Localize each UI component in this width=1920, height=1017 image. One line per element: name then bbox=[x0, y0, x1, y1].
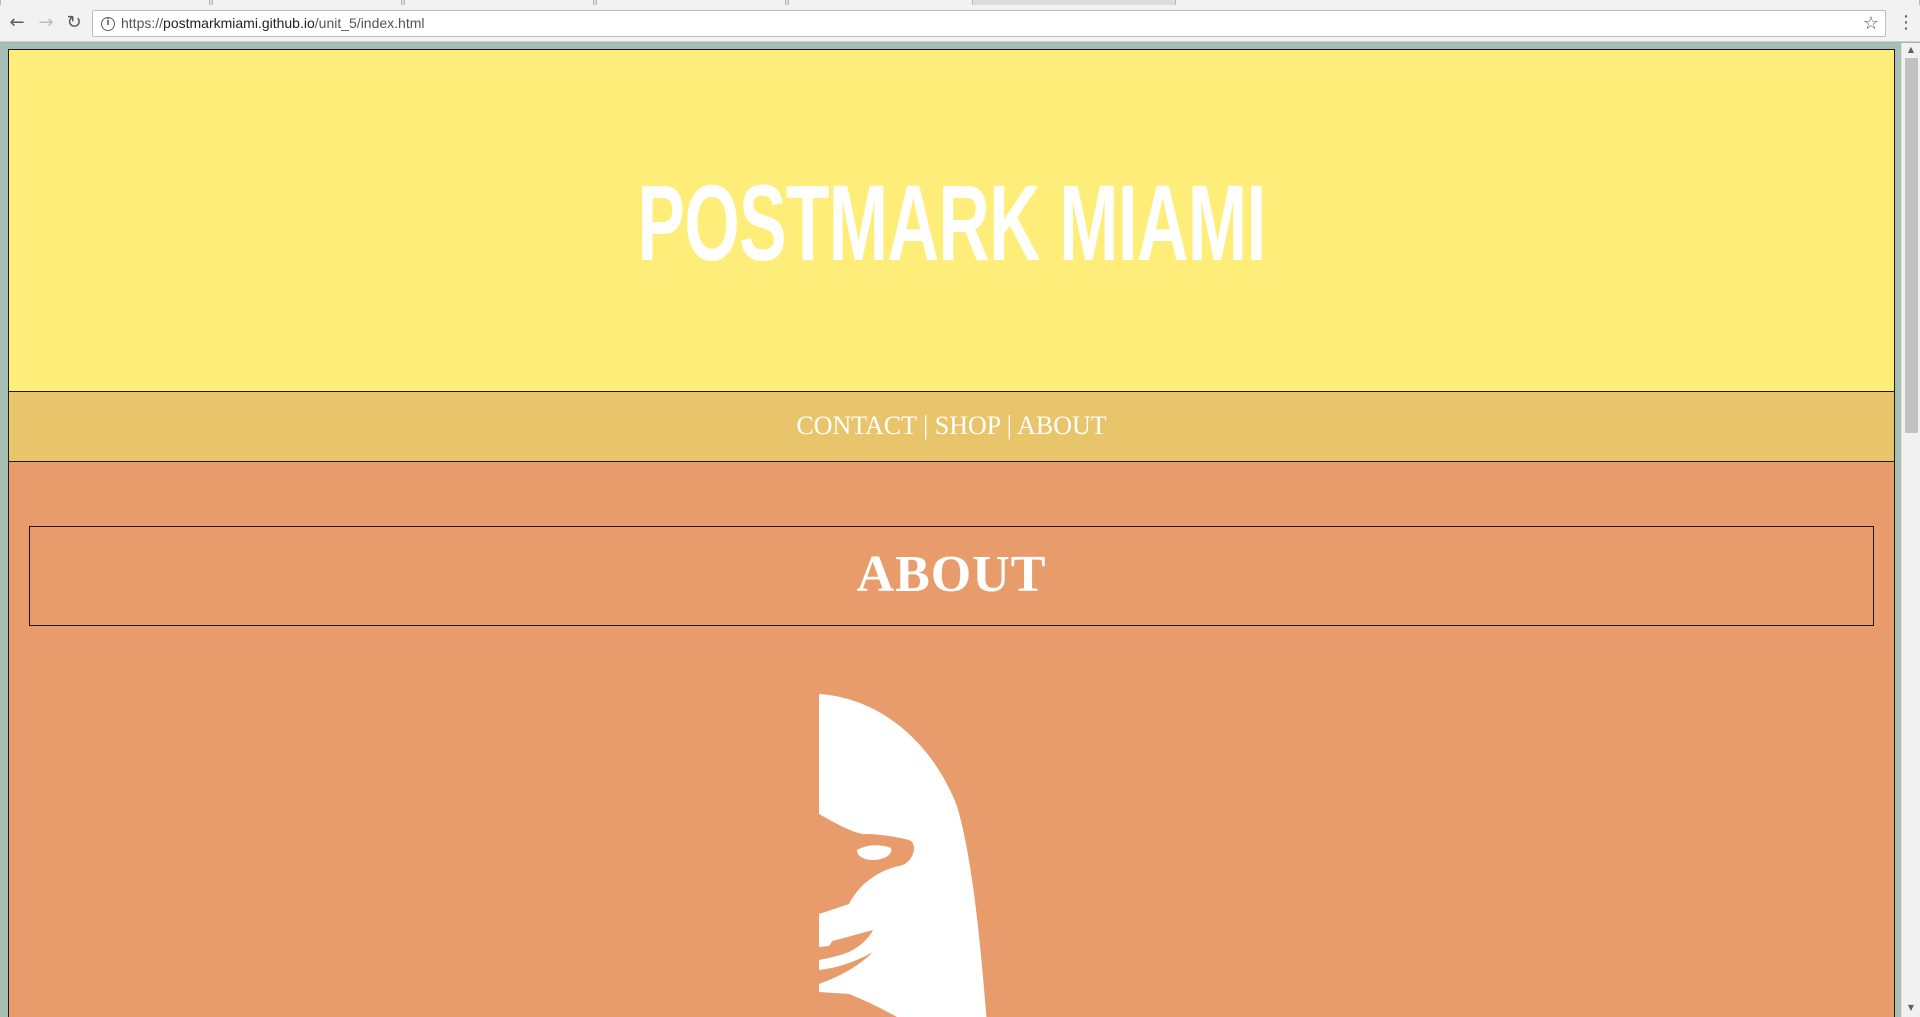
reload-icon[interactable]: ↻ bbox=[62, 11, 86, 35]
forward-icon[interactable]: → bbox=[34, 11, 58, 35]
site-title: POSTMARK MIAMI bbox=[637, 162, 1266, 283]
nav-separator: | bbox=[923, 411, 929, 440]
address-bar[interactable]: i https://postmarkmiami.github.io/unit_5… bbox=[92, 10, 1886, 37]
page-viewport: POSTMARK MIAMI CONTACT | SHOP | ABOUT AB… bbox=[0, 43, 1901, 1017]
nav-link-contact[interactable]: CONTACT bbox=[796, 411, 916, 440]
nav-link-shop[interactable]: SHOP bbox=[935, 411, 1001, 440]
nav-separator: | bbox=[1006, 411, 1013, 440]
bookmark-star-icon[interactable]: ☆ bbox=[1863, 13, 1879, 34]
browser-menu-icon[interactable]: ⋮ bbox=[1896, 11, 1916, 35]
site-header: POSTMARK MIAMI bbox=[9, 50, 1894, 392]
page-container: POSTMARK MIAMI CONTACT | SHOP | ABOUT AB… bbox=[8, 49, 1895, 1017]
scroll-down-icon[interactable]: ▼ bbox=[1902, 1001, 1920, 1015]
vertical-scrollbar[interactable]: ▲ ▼ bbox=[1901, 43, 1920, 1017]
url-host: postmarkmiami.github.io bbox=[163, 15, 315, 31]
url-prefix: https:// bbox=[121, 15, 164, 31]
about-section: ABOUT bbox=[9, 462, 1894, 1017]
nav-link-about[interactable]: ABOUT bbox=[1017, 411, 1107, 440]
back-icon[interactable]: ← bbox=[5, 11, 29, 35]
url-path: /unit_5/index.html bbox=[314, 15, 425, 31]
scrollbar-thumb[interactable] bbox=[1905, 58, 1918, 433]
profile-silhouette-image bbox=[819, 694, 987, 1017]
browser-toolbar: ← → ↻ i https://postmarkmiami.github.io/… bbox=[0, 5, 1920, 42]
scroll-up-icon[interactable]: ▲ bbox=[1902, 43, 1920, 57]
site-nav: CONTACT | SHOP | ABOUT bbox=[9, 392, 1894, 462]
about-heading: ABOUT bbox=[856, 546, 1047, 603]
url-text[interactable]: https://postmarkmiami.github.io/unit_5/i… bbox=[121, 15, 425, 31]
about-heading-box: ABOUT bbox=[29, 526, 1874, 626]
site-info-icon[interactable]: i bbox=[101, 17, 115, 31]
